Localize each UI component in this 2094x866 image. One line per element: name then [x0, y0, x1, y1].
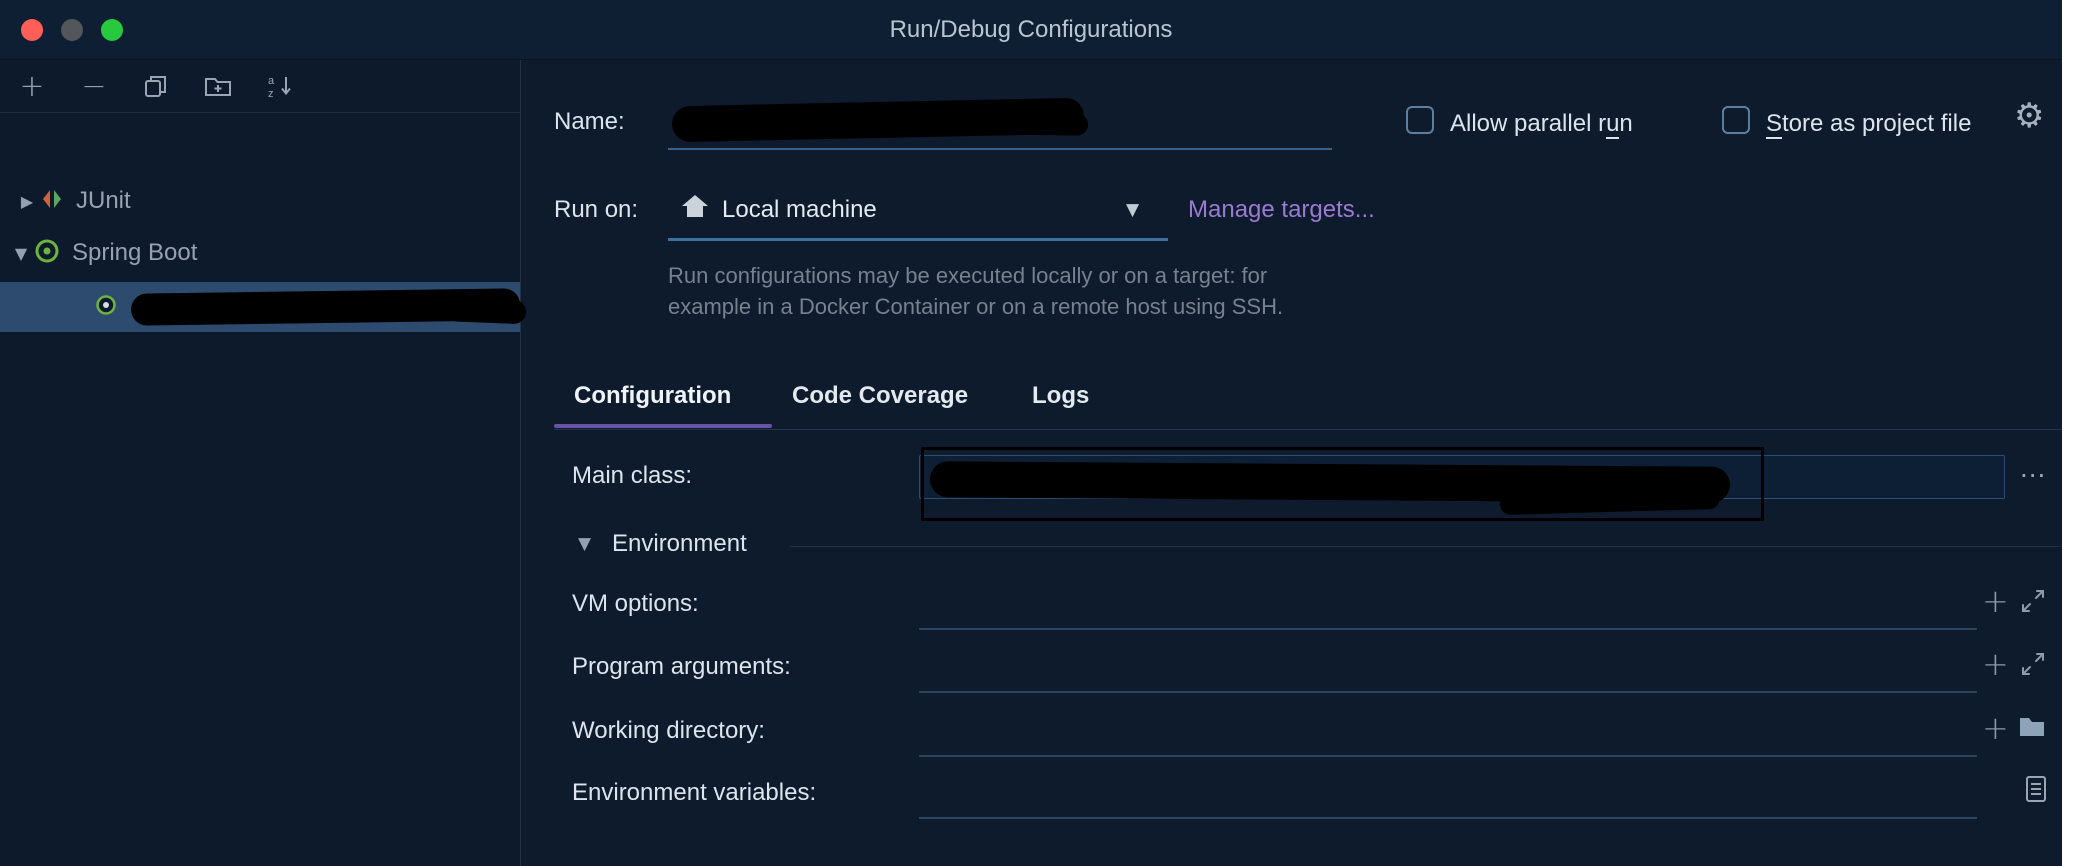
svg-text:a: a	[268, 75, 275, 87]
label-text: tore as project file	[1782, 110, 1972, 137]
vm-options-input[interactable]	[919, 628, 1977, 630]
sort-configurations-icon[interactable]: a z	[264, 70, 296, 102]
run-debug-configurations-dialog: Run/Debug Configurations + − a z ▶ JUnit…	[0, 0, 2094, 866]
redacted-main-class-value	[929, 461, 1731, 503]
new-folder-icon[interactable]	[202, 70, 234, 102]
edit-environment-variables-icon[interactable]	[2024, 775, 2048, 808]
run-on-dropdown[interactable]	[668, 238, 1168, 241]
tree-item-label: JUnit	[76, 187, 131, 214]
run-on-help-text: Run configurations may be executed local…	[668, 260, 1283, 322]
help-line: Run configurations may be executed local…	[668, 263, 1268, 288]
collapse-caret-icon[interactable]: ▼	[578, 534, 591, 554]
mnemonic-char: u	[1606, 110, 1620, 139]
redacted-configuration-name	[130, 288, 521, 326]
tree-item-selected-configuration[interactable]	[0, 282, 521, 332]
help-line: example in a Docker Container or on a re…	[668, 294, 1284, 319]
tree-item-spring-boot[interactable]: ▼ Spring Boot	[0, 230, 520, 276]
selected-tab-indicator	[554, 424, 772, 428]
label-text: Allow parallel r	[1450, 110, 1607, 137]
remove-configuration-icon[interactable]: −	[78, 69, 110, 104]
add-working-directory-icon[interactable]: +	[1982, 709, 2009, 747]
window-title: Run/Debug Configurations	[889, 16, 1173, 43]
manage-targets-link[interactable]: Manage targets...	[1188, 196, 1375, 224]
main-class-label: Main class:	[572, 462, 693, 489]
add-configuration-icon[interactable]: +	[16, 69, 48, 104]
tree-item-label: Spring Boot	[72, 239, 198, 266]
program-arguments-input[interactable]	[919, 691, 1977, 693]
working-directory-input[interactable]	[919, 755, 1977, 757]
junit-icon	[40, 187, 64, 216]
local-machine-icon	[680, 192, 710, 225]
working-directory-label: Working directory:	[572, 717, 765, 744]
name-input[interactable]	[668, 148, 1332, 150]
allow-parallel-run-label: Allow parallel run	[1450, 110, 1633, 139]
section-divider	[790, 546, 2060, 547]
chevron-down-icon[interactable]: ▼	[8, 244, 34, 263]
expand-vm-options-icon[interactable]	[2020, 588, 2046, 619]
program-arguments-label: Program arguments:	[572, 653, 791, 680]
spring-boot-icon	[34, 238, 60, 269]
gear-icon[interactable]: ⚙	[2014, 96, 2044, 136]
tab-configuration[interactable]: Configuration	[574, 382, 731, 410]
chevron-right-icon[interactable]: ▶	[14, 192, 40, 211]
dropdown-caret-icon[interactable]: ▼	[1126, 200, 1139, 220]
browse-folder-icon[interactable]	[2018, 714, 2046, 743]
page-background-strip	[2062, 0, 2094, 866]
allow-parallel-run-checkbox[interactable]	[1406, 106, 1434, 134]
store-as-project-file-label: Store as project file	[1766, 110, 1972, 139]
configurations-sidebar: + − a z ▶ JUnit ▼ Spring Boot	[0, 60, 521, 866]
tab-code-coverage[interactable]: Code Coverage	[792, 382, 968, 410]
redacted-name-value	[671, 97, 1085, 143]
spring-boot-icon	[95, 294, 117, 321]
tab-logs[interactable]: Logs	[1032, 382, 1089, 410]
tabs-divider	[554, 429, 2062, 430]
sidebar-toolbar: + − a z	[0, 60, 520, 113]
svg-text:z: z	[268, 88, 274, 99]
name-label: Name:	[554, 108, 625, 135]
add-program-arguments-icon[interactable]: +	[1982, 645, 2009, 683]
label-text: n	[1619, 110, 1633, 137]
mnemonic-char: S	[1766, 110, 1783, 139]
copy-configuration-icon[interactable]	[140, 70, 172, 102]
expand-program-arguments-icon[interactable]	[2020, 651, 2046, 682]
environment-section-header[interactable]: Environment	[612, 530, 747, 558]
add-vm-options-icon[interactable]: +	[1982, 582, 2009, 620]
window-titlebar: Run/Debug Configurations	[0, 0, 2094, 60]
tree-item-junit[interactable]: ▶ JUnit	[0, 178, 520, 224]
browse-main-class-button[interactable]: ...	[2020, 452, 2046, 484]
run-on-label: Run on:	[554, 196, 639, 223]
environment-variables-label: Environment variables:	[572, 779, 817, 806]
run-on-selected-value[interactable]: Local machine	[722, 196, 877, 224]
vm-options-label: VM options:	[572, 590, 699, 617]
store-as-project-file-checkbox[interactable]	[1722, 106, 1750, 134]
redaction-outline	[921, 447, 1764, 521]
environment-variables-input[interactable]	[919, 817, 1977, 819]
